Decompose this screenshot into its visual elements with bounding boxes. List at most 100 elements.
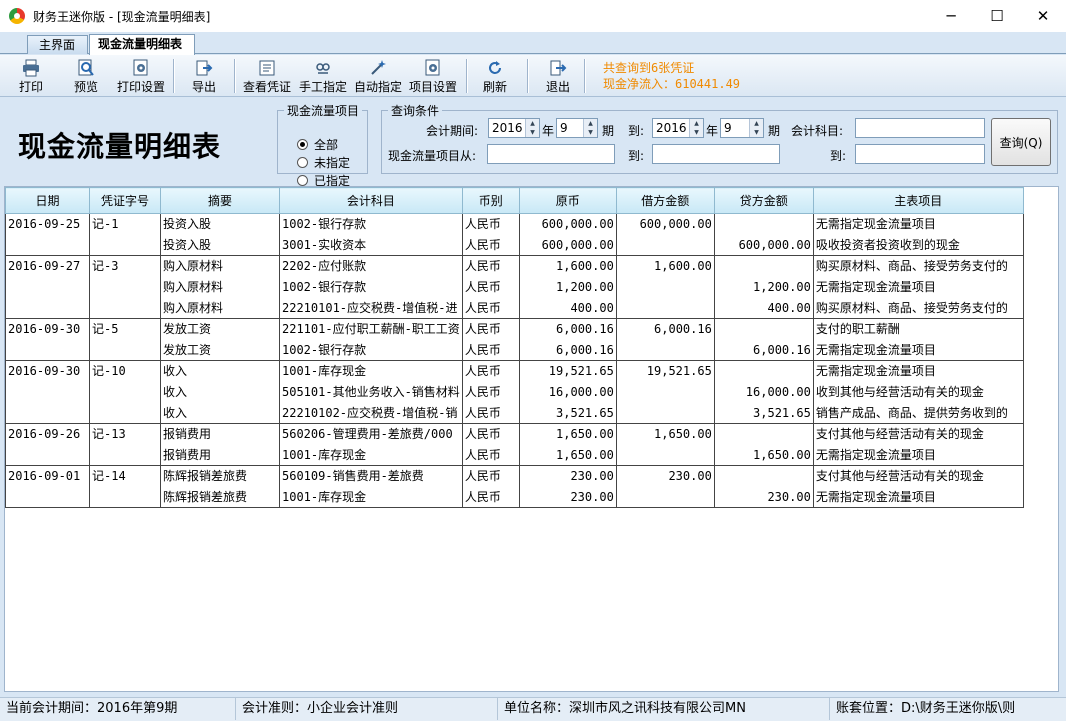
query-button[interactable]: 查询(Q) [991, 118, 1051, 166]
item-settings-button[interactable]: 项目设置 [406, 57, 460, 95]
table-cell: 无需指定现金流量项目 [812, 444, 1024, 466]
table-cell: 支付的职工薪酬 [812, 318, 1024, 340]
table-row[interactable]: 收入 505101-其他业务收入-销售材料 人民币 16,000.00 16,000.0… [5, 381, 1024, 403]
table-row[interactable]: 投资入股 3001-实收资本 人民币 600,000.00 600,000.00 吸收投资… [5, 234, 1024, 256]
item-settings-icon [424, 59, 442, 77]
year-from-spinner[interactable]: 2016 ▲ ▼ [488, 118, 540, 138]
table-cell [713, 213, 814, 235]
cashflow-item-group: 现金流量项目 全部 未指定 已指定 [277, 102, 368, 188]
table-cell: 19,521.65 [518, 360, 617, 382]
voucher-cell [89, 234, 161, 256]
manual-assign-button[interactable]: 手工指定 [296, 57, 350, 95]
preview-button[interactable]: 预览 [67, 57, 105, 95]
spinner-arrows-icon[interactable]: ▲ ▼ [583, 119, 597, 137]
print-button[interactable]: 打印 [12, 57, 50, 95]
column-header[interactable]: 币别 [461, 187, 520, 214]
toolbar-separator [173, 59, 174, 93]
table-row[interactable]: 报销费用 1001-库存现金 人民币 1,650.00 1,650.00 无需指定现金流量… [5, 444, 1024, 466]
column-header[interactable]: 借方金额 [615, 187, 715, 214]
table-cell: 19,521.65 [615, 360, 715, 382]
export-icon [195, 59, 213, 77]
table-cell: 1,650.00 [518, 444, 617, 466]
date-cell [5, 381, 90, 403]
column-header[interactable]: 原币 [518, 187, 617, 214]
table-cell: 收到其他与经营活动有关的现金 [812, 381, 1024, 403]
table-row[interactable]: 2016-09-01 记-14 陈辉报销差旅费 560109-销售费用-差旅费 人民币 2… [5, 465, 1024, 487]
view-voucher-button[interactable]: 查看凭证 [241, 57, 293, 95]
spinner-arrows-icon[interactable]: ▲ ▼ [749, 119, 763, 137]
exit-button[interactable]: 退出 [541, 57, 575, 95]
account-from-field[interactable] [855, 118, 985, 138]
column-header[interactable]: 日期 [5, 187, 90, 214]
table-cell: 22210102-应交税费-增值税-销 [279, 402, 463, 424]
table-row[interactable]: 购入原材料 1002-银行存款 人民币 1,200.00 1,200.00 无需指定现金流… [5, 276, 1024, 298]
table-cell [615, 339, 715, 361]
column-header[interactable]: 主表项目 [812, 187, 1024, 214]
table-cell: 购买原材料、商品、接受劳务支付的 [812, 255, 1024, 277]
table-cell: 支付其他与经营活动有关的现金 [812, 465, 1024, 487]
app-logo-icon [9, 8, 25, 24]
export-button[interactable]: 导出 [184, 57, 224, 95]
table-row[interactable]: 2016-09-30 记-5 发放工资 221101-应付职工薪酬-职工工资 人民币 6,… [5, 318, 1024, 340]
table-cell: 1002-银行存款 [279, 213, 463, 235]
close-button[interactable]: ✕ [1020, 0, 1066, 32]
voucher-cell [89, 381, 161, 403]
item-from-field[interactable] [487, 144, 615, 164]
year-to-spinner[interactable]: 2016 ▲ ▼ [652, 118, 704, 138]
voucher-cell [89, 297, 161, 319]
item-to-field[interactable] [652, 144, 780, 164]
table-cell: 无需指定现金流量项目 [812, 360, 1024, 382]
title-bar: 财务王迷你版 - [现金流量明细表] ─ ☐ ✕ [0, 0, 1066, 32]
spinner-arrows-icon[interactable]: ▲ ▼ [525, 119, 539, 137]
table-row[interactable]: 2016-09-27 记-3 购入原材料 2202-应付账款 人民币 1,600.00 1,… [5, 255, 1024, 277]
cashflow-detail-grid: 日期 凭证字号 摘要 会计科目 币别 原币 借方金额 贷方金额 主表项目 2016-09-25 记… [4, 186, 1059, 692]
voucher-cell: 记-3 [89, 255, 161, 277]
date-cell [5, 402, 90, 424]
auto-assign-button[interactable]: 自动指定 [351, 57, 405, 95]
table-cell [615, 402, 715, 424]
table-cell: 400.00 [518, 297, 617, 319]
table-row[interactable]: 收入 22210102-应交税费-增值税-销 人民币 3,521.65 3,521.65… [5, 402, 1024, 424]
table-row[interactable]: 购入原材料 22210101-应交税费-增值税-进 人民币 400.00 400.00 购… [5, 297, 1024, 319]
column-header[interactable]: 摘要 [160, 187, 280, 214]
table-cell [713, 465, 814, 487]
table-cell: 16,000.00 [713, 381, 814, 403]
tab-cashflow-detail[interactable]: 现金流量明细表 [89, 34, 195, 55]
radio-all[interactable]: 全部 [297, 136, 338, 153]
date-cell: 2016-09-30 [5, 360, 90, 382]
date-cell: 2016-09-25 [5, 213, 90, 235]
voucher-cell [89, 339, 161, 361]
table-row[interactable]: 发放工资 1002-银行存款 人民币 6,000.16 6,000.16 无需指定现金流量… [5, 339, 1024, 361]
column-header[interactable]: 会计科目 [279, 187, 463, 214]
table-cell: 230.00 [713, 486, 814, 508]
printer-icon [22, 59, 40, 77]
refresh-button[interactable]: 刷新 [478, 57, 512, 95]
period-from-spinner[interactable]: 9 ▲ ▼ [556, 118, 598, 138]
table-row[interactable]: 陈辉报销差旅费 1001-库存现金 人民币 230.00 230.00 无需指定现金流量项… [5, 486, 1024, 508]
table-cell: 报销费用 [160, 423, 280, 445]
column-header[interactable]: 凭证字号 [89, 187, 161, 214]
table-row[interactable]: 2016-09-30 记-10 收入 1001-库存现金 人民币 19,521.65 19,… [5, 360, 1024, 382]
spinner-arrows-icon[interactable]: ▲ ▼ [689, 119, 703, 137]
maximize-button[interactable]: ☐ [974, 0, 1020, 32]
column-header[interactable]: 贷方金额 [713, 187, 814, 214]
table-cell: 400.00 [713, 297, 814, 319]
period-to-spinner[interactable]: 9 ▲ ▼ [720, 118, 764, 138]
print-settings-icon [132, 59, 150, 77]
table-cell: 无需指定现金流量项目 [812, 339, 1024, 361]
table-row[interactable]: 2016-09-25 记-1 投资入股 1002-银行存款 人民币 600,000.00 6… [5, 213, 1024, 235]
to-label: 到: [830, 149, 847, 163]
table-row[interactable]: 2016-09-26 记-13 报销费用 560206-管理费用-差旅费/000 人民币… [5, 423, 1024, 445]
radio-unassigned[interactable]: 未指定 [297, 154, 350, 171]
voucher-cell [89, 444, 161, 466]
minimize-button[interactable]: ─ [928, 0, 974, 32]
table-cell: 505101-其他业务收入-销售材料 [279, 381, 463, 403]
table-cell: 6,000.16 [518, 318, 617, 340]
tab-main[interactable]: 主界面 [27, 35, 88, 54]
table-cell [615, 486, 715, 508]
print-settings-button[interactable]: 打印设置 [114, 57, 168, 95]
toolbar-separator [234, 59, 235, 93]
table-cell: 1002-银行存款 [279, 276, 463, 298]
table-cell: 人民币 [461, 234, 520, 256]
account-to-field[interactable] [855, 144, 985, 164]
